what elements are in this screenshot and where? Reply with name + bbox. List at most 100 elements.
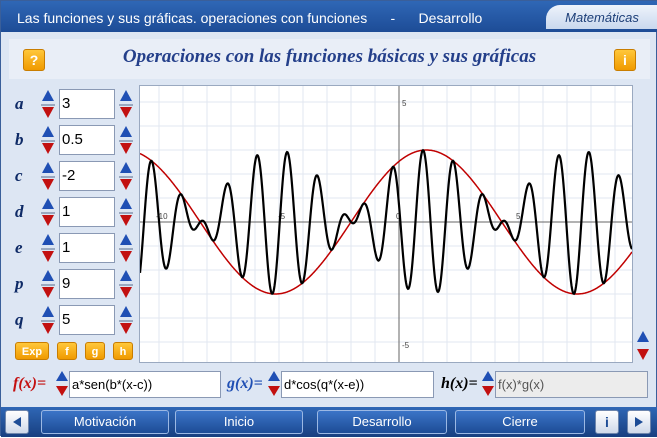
- info-nav-button[interactable]: i: [595, 410, 619, 434]
- down-arrow-icon[interactable]: [120, 323, 132, 334]
- parameter-panel: a 3 b 0.5 c -2 d 1 e 1 p 9 q 5 Exp f g h: [9, 85, 137, 363]
- up-arrow-icon[interactable]: [120, 162, 132, 173]
- h-label: h(x)=: [441, 375, 478, 392]
- down-arrow-icon[interactable]: [120, 179, 132, 190]
- up-arrow-icon[interactable]: [42, 162, 54, 173]
- param-row-d: d 1: [9, 196, 139, 230]
- param-input-b[interactable]: 0.5: [59, 125, 115, 155]
- up-arrow-icon[interactable]: [42, 270, 54, 281]
- increment-stepper[interactable]: [119, 197, 133, 229]
- subject-tab[interactable]: Matemáticas: [546, 5, 657, 29]
- up-arrow-icon[interactable]: [120, 126, 132, 137]
- param-input-e[interactable]: 1: [59, 233, 115, 263]
- param-input-p[interactable]: 9: [59, 269, 115, 299]
- increment-stepper[interactable]: [119, 269, 133, 301]
- g-label: g(x)=: [227, 375, 263, 392]
- down-arrow-icon[interactable]: [42, 143, 54, 154]
- formula-bar: f(x)= a*sen(b*(x-c)) g(x)= d*cos(q*(x-e)…: [1, 367, 657, 403]
- f-stepper[interactable]: [55, 371, 69, 399]
- decrement-stepper[interactable]: [41, 89, 55, 121]
- up-arrow-icon[interactable]: [120, 306, 132, 317]
- param-input-c[interactable]: -2: [59, 161, 115, 191]
- down-arrow-icon[interactable]: [637, 349, 649, 360]
- decrement-stepper[interactable]: [41, 125, 55, 157]
- param-label: b: [15, 130, 24, 149]
- f-label: f(x)=: [13, 375, 47, 392]
- down-arrow-icon[interactable]: [42, 179, 54, 190]
- down-arrow-icon[interactable]: [42, 287, 54, 298]
- down-arrow-icon[interactable]: [120, 215, 132, 226]
- title-bar: Las funciones y sus gráficas. operacione…: [1, 1, 657, 32]
- down-arrow-icon[interactable]: [120, 251, 132, 262]
- cierre-button[interactable]: Cierre: [455, 410, 585, 434]
- increment-stepper[interactable]: [119, 89, 133, 121]
- up-arrow-icon[interactable]: [637, 331, 649, 342]
- f-input[interactable]: a*sen(b*(x-c)): [69, 371, 221, 398]
- up-arrow-icon[interactable]: [120, 90, 132, 101]
- param-input-a[interactable]: 3: [59, 89, 115, 119]
- g-stepper[interactable]: [267, 371, 281, 399]
- desarrollo-button[interactable]: Desarrollo: [317, 410, 447, 434]
- down-arrow-icon[interactable]: [42, 107, 54, 118]
- up-arrow-icon[interactable]: [120, 270, 132, 281]
- param-row-p: p 9: [9, 268, 139, 302]
- up-arrow-icon[interactable]: [42, 90, 54, 101]
- g-button[interactable]: g: [85, 342, 105, 360]
- y-tick-label: -5: [402, 341, 410, 350]
- up-arrow-icon[interactable]: [42, 198, 54, 209]
- inicio-button[interactable]: Inicio: [175, 410, 303, 434]
- down-arrow-icon[interactable]: [56, 386, 68, 396]
- up-arrow-icon[interactable]: [42, 126, 54, 137]
- axis-ticks: -10 -5 0 5 10 5 -5: [156, 99, 521, 350]
- next-button[interactable]: [627, 410, 651, 434]
- h-input[interactable]: f(x)*g(x): [495, 371, 648, 398]
- up-arrow-icon[interactable]: [268, 371, 280, 381]
- up-arrow-icon[interactable]: [42, 234, 54, 245]
- param-label: c: [15, 166, 23, 185]
- down-arrow-icon[interactable]: [482, 386, 494, 396]
- down-arrow-icon[interactable]: [42, 251, 54, 262]
- f-button[interactable]: f: [57, 342, 77, 360]
- decrement-stepper[interactable]: [41, 233, 55, 265]
- down-arrow-icon[interactable]: [42, 215, 54, 226]
- decrement-stepper[interactable]: [41, 197, 55, 229]
- decrement-stepper[interactable]: [41, 269, 55, 301]
- h-stepper[interactable]: [481, 371, 495, 399]
- exp-button[interactable]: Exp: [15, 342, 49, 360]
- zoom-stepper[interactable]: [635, 329, 651, 363]
- param-row-q: q 5: [9, 304, 139, 338]
- up-arrow-icon[interactable]: [482, 371, 494, 381]
- param-label: d: [15, 202, 24, 221]
- param-label: a: [15, 94, 24, 113]
- up-arrow-icon[interactable]: [120, 198, 132, 209]
- param-label: q: [15, 310, 24, 329]
- y-tick-label: 5: [402, 99, 407, 108]
- decrement-stepper[interactable]: [41, 305, 55, 337]
- decrement-stepper[interactable]: [41, 161, 55, 193]
- param-input-d[interactable]: 1: [59, 197, 115, 227]
- param-row-b: b 0.5: [9, 124, 139, 158]
- g-input[interactable]: d*cos(q*(x-e)): [281, 371, 434, 398]
- up-arrow-icon[interactable]: [56, 371, 68, 381]
- param-row-e: e 1: [9, 232, 139, 266]
- down-arrow-icon[interactable]: [120, 107, 132, 118]
- bottom-nav: Motivación Inicio Desarrollo Cierre i: [1, 407, 657, 437]
- info-button[interactable]: i: [614, 49, 636, 71]
- function-graph[interactable]: -10 -5 0 5 10 5 -5: [139, 85, 633, 363]
- up-arrow-icon[interactable]: [120, 234, 132, 245]
- down-arrow-icon[interactable]: [42, 323, 54, 334]
- up-arrow-icon[interactable]: [42, 306, 54, 317]
- increment-stepper[interactable]: [119, 305, 133, 337]
- increment-stepper[interactable]: [119, 233, 133, 265]
- prev-button[interactable]: [5, 410, 29, 434]
- down-arrow-icon[interactable]: [120, 143, 132, 154]
- h-button[interactable]: h: [113, 342, 133, 360]
- motivacion-button[interactable]: Motivación: [41, 410, 169, 434]
- param-input-q[interactable]: 5: [59, 305, 115, 335]
- increment-stepper[interactable]: [119, 161, 133, 193]
- arrow-right-icon: [635, 417, 643, 427]
- graph-canvas[interactable]: -10 -5 0 5 10 5 -5: [140, 86, 632, 362]
- down-arrow-icon[interactable]: [268, 386, 280, 396]
- increment-stepper[interactable]: [119, 125, 133, 157]
- down-arrow-icon[interactable]: [120, 287, 132, 298]
